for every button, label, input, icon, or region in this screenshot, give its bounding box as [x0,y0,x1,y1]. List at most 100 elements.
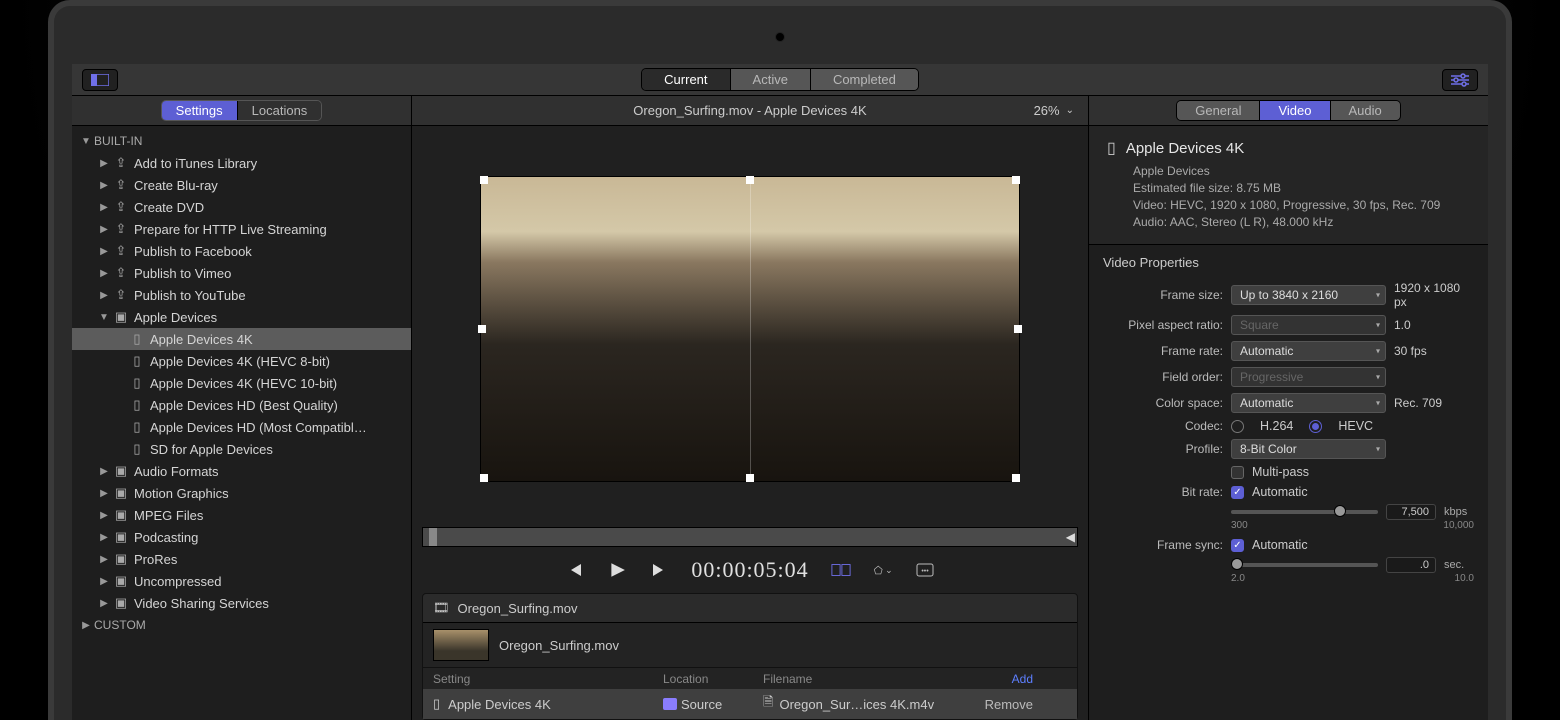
preset-group-icon: ▣ [112,507,130,523]
tree-item[interactable]: ▶⇪Publish to Vimeo [72,262,411,284]
preset-group-icon: ▣ [112,529,130,545]
timeline-scrubber[interactable]: ◀ [422,527,1078,547]
preset-item[interactable]: ▯Apple Devices HD (Most Compatibl… [72,416,411,438]
tab-completed[interactable]: Completed [811,69,918,90]
tree-item[interactable]: ▶⇪Create Blu-ray [72,174,411,196]
compare-button[interactable] [831,560,851,580]
color-space-select[interactable]: Automatic▾ [1231,393,1386,413]
out-marker-icon[interactable]: ◀ [1066,530,1075,544]
phone-icon: ▯ [128,331,146,347]
multipass-checkbox[interactable] [1231,466,1244,479]
crop-handle[interactable] [1012,474,1020,482]
timecode-display[interactable]: 00:00:05:04 [691,557,808,583]
zoom-popup[interactable]: 26% ⌄ [1034,103,1074,118]
preview-column: Oregon_Surfing.mov - Apple Devices 4K 26… [412,96,1088,720]
crop-handle[interactable] [746,176,754,184]
inspector-tab-video[interactable]: Video [1260,101,1330,120]
framesync-auto-checkbox[interactable]: ✓ [1231,539,1244,552]
tree-label: Apple Devices 4K (HEVC 8-bit) [150,354,330,369]
tree-item[interactable]: ▶▣Audio Formats [72,460,411,482]
job-filename[interactable]: Oregon_Sur…ices 4K.m4v [779,697,934,712]
disclosure-right-icon: ▶ [98,576,110,587]
crop-handle[interactable] [746,474,754,482]
tree-item[interactable]: ▶⇪Create DVD [72,196,411,218]
tab-active[interactable]: Active [731,69,811,90]
preset-apple-devices-4k[interactable]: ▯Apple Devices 4K [72,328,411,350]
captions-button[interactable]: ••• [915,560,935,580]
inspector-panel: General Video Audio ▯ Apple Devices 4K A… [1088,96,1488,720]
tree-item[interactable]: ▶⇪Add to iTunes Library [72,152,411,174]
playhead[interactable] [429,528,437,546]
bitrate-field[interactable]: 7,500 [1386,504,1436,520]
video-preview[interactable] [480,176,1020,482]
share-icon: ⇪ [112,287,130,303]
prev-frame-button[interactable] [565,560,585,580]
add-job-button[interactable]: Add [973,672,1033,686]
sidebar-tab-settings[interactable]: Settings [162,101,238,120]
preset-item[interactable]: ▯Apple Devices 4K (HEVC 10-bit) [72,372,411,394]
tree-item[interactable]: ▶▣Video Sharing Services [72,592,411,614]
bitrate-auto-checkbox[interactable]: ✓ [1231,486,1244,499]
share-icon: ⇪ [112,243,130,259]
preset-item[interactable]: ▯Apple Devices HD (Best Quality) [72,394,411,416]
phone-icon: ▯ [128,353,146,369]
tree-item-apple-devices[interactable]: ▼▣Apple Devices [72,306,411,328]
tree-item[interactable]: ▶▣Podcasting [72,526,411,548]
bitrate-slider[interactable] [1231,510,1378,514]
multipass-label: Multi-pass [1252,465,1309,479]
tree-item[interactable]: ▶▣Motion Graphics [72,482,411,504]
radio-hevc-label: HEVC [1338,419,1373,433]
frame-rate-select[interactable]: Automatic▾ [1231,341,1386,361]
framesync-field[interactable]: .0 [1386,557,1436,573]
radio-h264[interactable] [1231,420,1244,433]
profile-select[interactable]: 8-Bit Color▾ [1231,439,1386,459]
preset-group-icon: ▣ [112,309,130,325]
tree-item[interactable]: ▶▣Uncompressed [72,570,411,592]
tree-item[interactable]: ▶▣ProRes [72,548,411,570]
inspector-toggle-button[interactable] [1442,69,1478,91]
tree-item[interactable]: ▶▣MPEG Files [72,504,411,526]
crop-handle[interactable] [1012,176,1020,184]
color-space-value: Rec. 709 [1394,396,1474,410]
crop-handle[interactable] [480,176,488,184]
inspector-tab-audio[interactable]: Audio [1331,101,1400,120]
tree-label: Audio Formats [134,464,219,479]
frame-size-select[interactable]: Up to 3840 x 2160▾ [1231,285,1386,305]
job-location[interactable]: Source [681,697,722,712]
crop-handle[interactable] [1014,325,1022,333]
tab-current[interactable]: Current [642,69,730,90]
batch-file-row[interactable]: Oregon_Surfing.mov [423,623,1077,667]
tree-item[interactable]: ▶⇪Publish to YouTube [72,284,411,306]
preset-item[interactable]: ▯SD for Apple Devices [72,438,411,460]
play-button[interactable] [607,560,627,580]
sidebar-toggle-button[interactable] [82,69,118,91]
tree-group-builtin[interactable]: ▼ BUILT-IN [72,130,411,152]
chevron-down-icon: ⌄ [1066,105,1074,116]
marker-popup-button[interactable]: ⌄ [873,560,893,580]
tree-item[interactable]: ▶⇪Prepare for HTTP Live Streaming [72,218,411,240]
sidebar-tab-locations[interactable]: Locations [238,101,322,120]
group-label: CUSTOM [94,618,146,632]
inspector-tab-general[interactable]: General [1177,101,1260,120]
label-frame-sync: Frame sync: [1103,538,1223,552]
estimated-size: Estimated file size: 8.75 MB [1133,181,1470,195]
next-frame-button[interactable] [649,560,669,580]
tree-item[interactable]: ▶⇪Publish to Facebook [72,240,411,262]
crop-handle[interactable] [478,325,486,333]
remove-job-button[interactable]: Remove [973,697,1033,712]
settings-sidebar: Settings Locations ▼ BUILT-IN ▶⇪Add to i… [72,96,412,720]
tree-label: Podcasting [134,530,198,545]
preset-item[interactable]: ▯ Apple Devices 4K (HEVC 8-bit) [72,350,411,372]
share-icon: ⇪ [112,199,130,215]
disclosure-right-icon: ▶ [98,290,110,301]
share-icon: ⇪ [112,265,130,281]
radio-hevc[interactable] [1309,420,1322,433]
disclosure-right-icon: ▶ [98,268,110,279]
split-divider[interactable] [750,177,751,481]
framesync-slider[interactable] [1231,563,1378,567]
crop-handle[interactable] [480,474,488,482]
tree-group-custom[interactable]: ▶CUSTOM [72,614,411,636]
laptop-camera [775,32,785,42]
tree-label: Create Blu-ray [134,178,218,193]
batch-job-row[interactable]: ▯Apple Devices 4K Source 🗎Oregon_Sur…ice… [423,689,1077,719]
